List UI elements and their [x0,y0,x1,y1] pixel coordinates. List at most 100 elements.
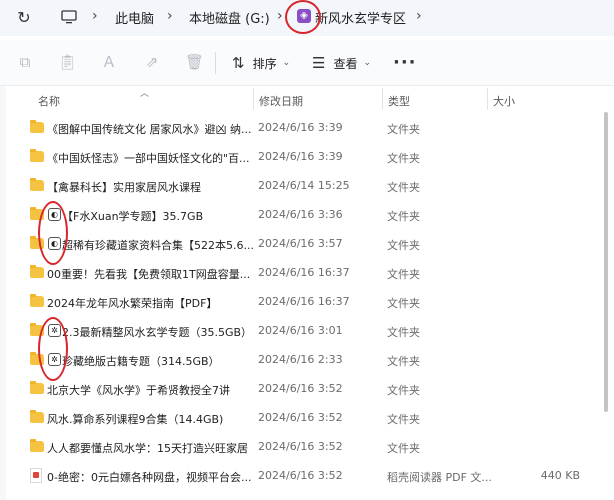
file-name: 2024年龙年风水繁荣指南【PDF】 [47,297,218,310]
folder-icon [30,120,44,133]
file-name: 风水.算命系列课程9合集（14.4GB) [47,413,224,426]
chevron-right-icon[interactable]: › [416,8,422,24]
file-row[interactable]: 【F水Xuan学专题】35.7GB ◐ 2024/6/16 3:36 文件夹 [0,201,614,230]
file-date: 2024/6/16 2:33 [258,353,343,366]
view-button[interactable]: ☰ 查看 ⌄ [312,52,371,74]
copy-icon[interactable]: ⧉ [16,53,34,71]
file-date: 2024/6/16 3:01 [258,324,343,337]
file-size: 440 KB [540,469,580,482]
column-date[interactable]: 修改日期 [259,93,303,109]
sort-ascending-icon: ︿ [140,89,150,99]
folder-icon [30,294,44,307]
more-options-button[interactable]: ··· [393,52,417,73]
pdf-file-icon [30,468,42,483]
chevron-down-icon: ⌄ [363,58,372,68]
folder-icon [30,178,44,191]
chevron-down-icon: ⌄ [282,58,291,68]
file-date: 2024/6/16 16:37 [258,295,350,308]
breadcrumb-current-folder[interactable]: 新风水玄学专区 [315,8,406,27]
file-name: 人人都要懂点风水学：15天打造兴旺家居 [47,442,248,455]
file-name: 珍藏绝版古籍专题（314.5GB） [62,355,220,368]
folder-icon [30,149,44,162]
column-divider[interactable] [382,88,383,110]
file-name: 00重要！先看我【免费领取1T网盘容量... [47,268,251,281]
column-divider[interactable] [487,88,488,110]
file-date: 2024/6/16 3:52 [258,440,343,453]
address-bar: ↻ › 此电脑 › 本地磁盘 (G:) › ◈ 新风水玄学专区 › [0,0,614,36]
file-type: 文件夹 [387,210,420,223]
breadcrumb-drive-g[interactable]: 本地磁盘 (G:) [189,8,270,27]
paste-icon[interactable]: 📋︎ [58,53,77,71]
sort-icon: ⇅ [232,54,245,72]
annotation-circle [285,0,321,34]
file-row[interactable]: 超稀有珍藏道家资料合集【522本5.6... ◐ 2024/6/16 3:57 文件夹 [0,230,614,259]
folder-icon [30,265,44,278]
column-header: ︿ 名称 修改日期 类型 大小 [0,86,614,112]
sort-label: 排序 [252,56,277,71]
breadcrumb-this-pc[interactable]: 此电脑 [115,8,154,27]
file-row[interactable]: 2024年龙年风水繁荣指南【PDF】 2024/6/16 16:37 文件夹 [0,288,614,317]
file-type: 文件夹 [387,297,420,310]
view-icon: ☰ [312,54,326,72]
delete-icon[interactable]: 🗑︎ [185,53,204,71]
share-icon[interactable]: ⇗ [143,53,161,71]
monitor-icon[interactable] [61,8,77,26]
rename-icon[interactable]: Ａ [100,53,118,71]
chevron-right-icon[interactable]: › [277,8,283,24]
folder-icon [30,439,44,452]
file-type: 文件夹 [387,413,420,426]
file-row[interactable]: 《图解中国传统文化 居家风水》避凶 纳... 2024/6/16 3:39 文件夹 [0,114,614,143]
file-type: 文件夹 [387,181,420,194]
chevron-right-icon[interactable]: › [167,8,173,24]
file-type: 稻壳阅读器 PDF 文... [387,471,492,484]
file-row[interactable]: 《中国妖怪志》一部中国妖怪文化的"百... 2024/6/16 3:39 文件夹 [0,143,614,172]
column-divider[interactable] [253,88,254,110]
file-row[interactable]: 风水.算命系列课程9合集（14.4GB) 2024/6/16 3:52 文件夹 [0,404,614,433]
file-name: 《图解中国传统文化 居家风水》避凶 纳... [47,123,252,136]
file-name: 【禽暴科长】实用家居风水课程 [47,181,201,194]
file-type: 文件夹 [387,152,420,165]
file-name: 0-绝密：0元白嫖各种网盘，视频平台会... [47,471,252,484]
file-row[interactable]: 00重要！先看我【免费领取1T网盘容量... 2024/6/16 16:37 文件夹 [0,259,614,288]
annotation-circle [38,317,68,381]
file-row[interactable]: 0-绝密：0元白嫖各种网盘，视频平台会... 2024/6/16 3:52 稻壳阅读… [0,462,614,491]
scrollbar[interactable] [604,112,608,412]
file-row[interactable]: 北京大学《风水学》于希贤教授全7讲 2024/6/16 3:52 文件夹 [0,375,614,404]
toolbar-divider [215,52,216,74]
file-date: 2024/6/16 3:57 [258,237,343,250]
file-name: 北京大学《风水学》于希贤教授全7讲 [47,384,230,397]
chevron-right-icon[interactable]: › [92,8,98,24]
annotation-circle [38,201,68,265]
file-type: 文件夹 [387,384,420,397]
file-date: 2024/6/16 3:36 [258,208,343,221]
file-type: 文件夹 [387,326,420,339]
folder-icon [30,381,44,394]
file-type: 文件夹 [387,268,420,281]
file-row[interactable]: 珍藏绝版古籍专题（314.5GB） ✲ 2024/6/16 2:33 文件夹 [0,346,614,375]
file-date: 2024/6/16 3:52 [258,469,343,482]
file-date: 2024/6/14 15:25 [258,179,350,192]
file-name: 超稀有珍藏道家资料合集【522本5.6... [62,239,254,252]
file-row[interactable]: 【禽暴科长】实用家居风水课程 2024/6/14 15:25 文件夹 [0,172,614,201]
file-type: 文件夹 [387,123,420,136]
file-date: 2024/6/16 3:52 [258,382,343,395]
file-date: 2024/6/16 3:52 [258,411,343,424]
column-type[interactable]: 类型 [388,93,410,109]
refresh-icon[interactable]: ↻ [14,8,34,28]
column-size[interactable]: 大小 [493,93,515,109]
view-label: 查看 [333,56,358,71]
folder-icon [30,410,44,423]
file-name: 【F水Xuan学专题】35.7GB [62,210,204,223]
file-row[interactable]: 2.3最新精整风水玄学专题（35.5GB） ✲ 2024/6/16 3:01 文件夹 [0,317,614,346]
command-bar: ⧉ 📋︎ Ａ ⇗ 🗑︎ ⇅ 排序 ⌄ ☰ 查看 ⌄ ··· [0,40,614,86]
column-name[interactable]: 名称 [38,93,60,109]
file-type: 文件夹 [387,442,420,455]
file-date: 2024/6/16 3:39 [258,150,343,163]
file-type: 文件夹 [387,239,420,252]
file-date: 2024/6/16 16:37 [258,266,350,279]
sort-button[interactable]: ⇅ 排序 ⌄ [232,52,290,74]
file-name: 2.3最新精整风水玄学专题（35.5GB） [62,326,253,339]
file-name: 《中国妖怪志》一部中国妖怪文化的"百... [47,152,250,165]
file-date: 2024/6/16 3:39 [258,121,343,134]
file-row[interactable]: 人人都要懂点风水学：15天打造兴旺家居 2024/6/16 3:52 文件夹 [0,433,614,462]
